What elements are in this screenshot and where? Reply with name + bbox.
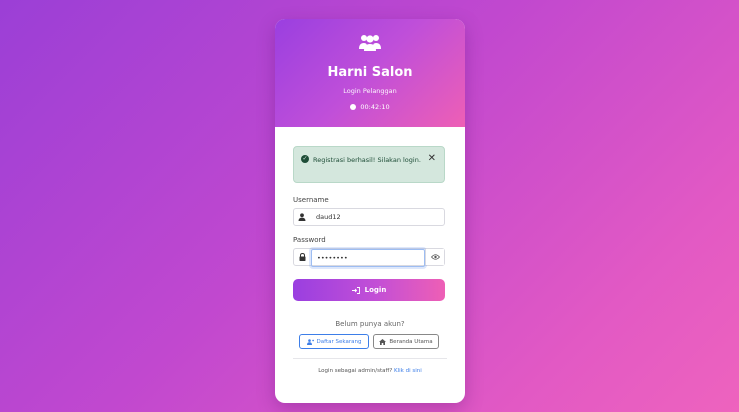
- username-group: [293, 208, 445, 226]
- admin-text: Login sebagai admin/staff?: [318, 368, 393, 374]
- alert-message: Registrasi berhasil! Silakan login.: [313, 156, 421, 164]
- login-button[interactable]: Login: [293, 279, 445, 301]
- close-icon[interactable]: ✕: [428, 153, 436, 164]
- divider: [293, 358, 447, 359]
- user-plus-icon: [306, 338, 314, 345]
- login-subtitle: Login Pelanggan: [343, 87, 397, 95]
- users-icon: [359, 35, 381, 51]
- admin-login-link[interactable]: Klik di sini: [394, 368, 422, 374]
- clock: 00:42:10: [275, 103, 465, 111]
- success-alert: ✓ Registrasi berhasil! Silakan login. ✕: [293, 146, 445, 183]
- username-input[interactable]: [311, 209, 444, 225]
- register-button[interactable]: Daftar Sekarang: [299, 334, 369, 349]
- brand-title: Harni Salon: [327, 65, 413, 80]
- password-group: [293, 248, 445, 267]
- register-label: Daftar Sekarang: [316, 338, 362, 345]
- eye-icon[interactable]: [425, 249, 444, 265]
- card-header: Harni Salon Login Pelanggan 00:42:10: [275, 19, 465, 127]
- password-label: Password: [293, 236, 326, 244]
- home-icon: [379, 338, 387, 345]
- sign-in-icon: [351, 286, 360, 294]
- password-input[interactable]: [311, 249, 425, 267]
- username-label: Username: [293, 196, 329, 204]
- login-label: Login: [364, 286, 387, 294]
- clock-time: 00:42:10: [360, 103, 390, 111]
- user-icon: [294, 209, 310, 225]
- lock-icon: [294, 249, 310, 265]
- login-card: Harni Salon Login Pelanggan 00:42:10 ✓ R…: [275, 19, 465, 403]
- register-question: Belum punya akun?: [335, 320, 405, 328]
- home-button[interactable]: Beranda Utama: [373, 334, 439, 349]
- home-label: Beranda Utama: [389, 338, 433, 345]
- admin-login-line: Login sebagai admin/staff? Klik di sini: [275, 368, 465, 374]
- clock-icon: [350, 104, 357, 110]
